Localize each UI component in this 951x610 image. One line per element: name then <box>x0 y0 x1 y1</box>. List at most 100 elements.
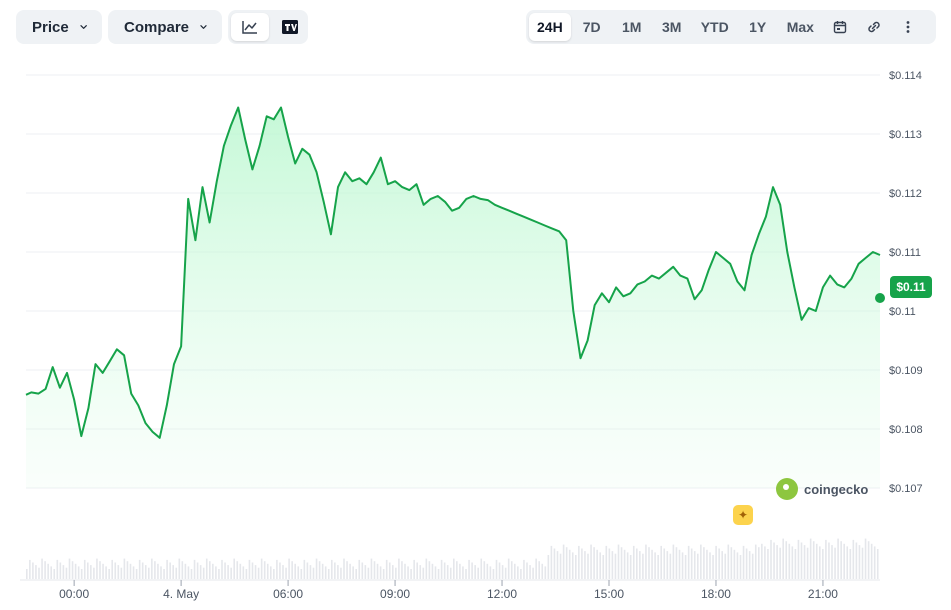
tradingview-button[interactable] <box>271 13 309 41</box>
volume-bar <box>611 551 614 579</box>
volume-bar <box>822 549 824 579</box>
volume-bar <box>846 546 849 579</box>
volume-bar <box>544 566 547 579</box>
volume-bar <box>550 545 553 579</box>
volume-bar <box>639 551 641 579</box>
volume-bar <box>593 547 595 579</box>
volume-bar <box>187 566 190 579</box>
volume-bar <box>227 565 229 579</box>
range-1m[interactable]: 1M <box>613 13 651 41</box>
volume-bar <box>819 546 821 579</box>
volume-bar <box>587 553 589 579</box>
volume-bar <box>239 563 242 579</box>
volume-bar <box>480 558 483 579</box>
volume-bar <box>617 544 620 579</box>
volume-bar <box>309 565 312 579</box>
more-vertical-button[interactable] <box>892 13 924 41</box>
volume-bar <box>468 559 470 579</box>
volume-bar <box>129 563 132 579</box>
volume-bar <box>83 559 86 579</box>
compare-dropdown[interactable]: Compare <box>108 10 222 44</box>
volume-bar <box>340 567 342 579</box>
volume-bar <box>343 558 345 579</box>
volume-bar <box>172 565 174 579</box>
volume-bar <box>736 552 739 579</box>
volume-bar <box>867 541 870 579</box>
volume-bar <box>828 542 830 579</box>
volume-bar <box>486 563 489 579</box>
volume-bar <box>724 553 727 579</box>
volume-bar <box>559 553 562 579</box>
volume-bar <box>575 555 577 579</box>
volume-bar <box>151 558 153 579</box>
range-ytd[interactable]: YTD <box>693 13 737 41</box>
volume-bar <box>266 563 269 579</box>
volume-bar <box>395 567 397 579</box>
volume-bar <box>398 558 400 579</box>
tradingview-icon <box>282 20 298 34</box>
volume-bar <box>135 569 138 579</box>
calendar-button[interactable] <box>824 13 856 41</box>
volume-bar <box>248 559 251 579</box>
volume-bar <box>510 561 513 579</box>
volume-bar <box>108 569 110 579</box>
volume-bar <box>684 555 687 579</box>
chart-toolbar: Price Compare 24H 7D 1M 3M YTD 1Y Max <box>0 0 951 56</box>
range-7d[interactable]: 7D <box>573 13 611 41</box>
volume-bar <box>477 567 479 579</box>
volume-bar <box>581 548 583 579</box>
volume-bar <box>254 565 257 579</box>
volume-bar <box>413 559 415 579</box>
link-button[interactable] <box>858 13 890 41</box>
volume-bar <box>489 566 492 579</box>
volume-bar <box>407 566 409 579</box>
volume-bar <box>349 563 351 579</box>
volume-bar <box>77 566 80 579</box>
volume-bar <box>324 566 327 579</box>
volume-bar <box>483 561 486 579</box>
volume-bar <box>751 553 754 579</box>
range-3m[interactable]: 3M <box>653 13 691 41</box>
volume-bar <box>449 567 452 579</box>
volume-bar <box>306 562 309 579</box>
range-max[interactable]: Max <box>779 13 822 41</box>
volume-bar <box>517 566 519 579</box>
volume-bar <box>318 561 321 579</box>
volume-bar <box>462 566 464 579</box>
chart-type-toggle <box>228 10 308 44</box>
volume-bar <box>288 558 290 579</box>
volume-bar <box>608 548 611 579</box>
volume-bar <box>632 545 635 579</box>
sparkle-icon[interactable]: ✦ <box>733 505 753 525</box>
volume-bar <box>99 561 101 579</box>
volume-bar <box>56 559 59 579</box>
line-chart-button[interactable] <box>231 13 269 41</box>
volume-bar <box>654 552 656 579</box>
volume-bar <box>812 541 815 579</box>
range-24h[interactable]: 24H <box>529 13 571 41</box>
volume-bar <box>465 569 467 579</box>
volume-bar <box>230 567 232 579</box>
y-tick-label: $0.114 <box>889 70 922 82</box>
volume-bar <box>35 565 37 579</box>
calendar-icon <box>833 20 847 34</box>
volume-bar <box>245 569 248 579</box>
volume-bar <box>175 567 178 579</box>
volume-bar <box>840 541 842 579</box>
volume-bar <box>456 561 458 579</box>
volume-bar <box>148 567 150 579</box>
volume-bar <box>282 565 284 579</box>
volume-bar <box>712 555 714 579</box>
volume-bar <box>141 562 144 579</box>
volume-bar <box>358 559 361 579</box>
price-dropdown[interactable]: Price <box>16 10 102 44</box>
range-1y[interactable]: 1Y <box>739 13 777 41</box>
volume-bar <box>352 566 354 579</box>
y-tick-label: $0.113 <box>889 129 922 141</box>
volume-bar <box>126 561 129 579</box>
x-tick-label: 4. May <box>163 587 199 601</box>
volume-bar <box>748 551 751 579</box>
volume-bar <box>596 549 598 579</box>
volume-bar <box>605 545 608 579</box>
volume-bar <box>224 562 226 579</box>
